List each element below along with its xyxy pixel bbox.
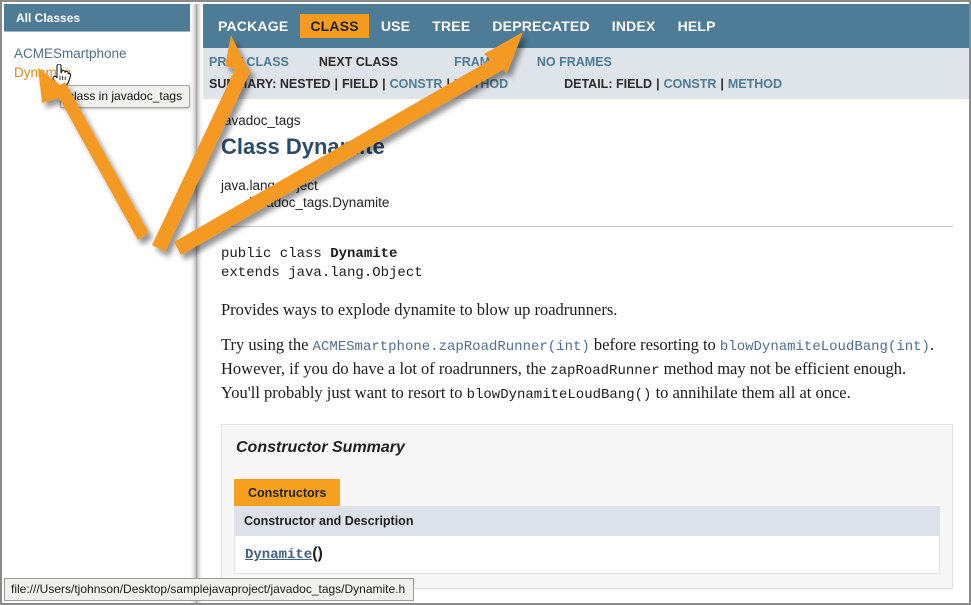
subnav-prev-class[interactable]: PREV CLASS xyxy=(209,55,289,69)
subnav-detail-method[interactable]: METHOD xyxy=(728,77,782,91)
class-description-first: Provides ways to explode dynamite to blo… xyxy=(221,299,941,320)
subnav-detail-label: DETAIL: xyxy=(564,77,612,91)
nav-use[interactable]: USE xyxy=(371,14,420,38)
nav-help[interactable]: HELP xyxy=(668,14,726,38)
pointing-hand-cursor xyxy=(51,64,71,93)
all-classes-list: ACMESmartphone Dynamite xyxy=(4,32,190,82)
subnav-no-frames[interactable]: NO FRAMES xyxy=(537,55,612,69)
all-classes-title: All Classes xyxy=(16,11,80,25)
subnav-summary-constr[interactable]: CONSTR xyxy=(390,77,443,91)
subnav-summary-nested: NESTED xyxy=(280,77,331,91)
nav-tree[interactable]: TREE xyxy=(422,14,480,38)
subnav-next-class[interactable]: NEXT CLASS xyxy=(319,55,398,69)
subnav-detail-constr[interactable]: CONSTR xyxy=(664,77,717,91)
constructor-name: Dynamite xyxy=(245,547,312,563)
top-navigation-bar: PACKAGE CLASS USE TREE DEPRECATED INDEX … xyxy=(203,4,971,48)
nav-class[interactable]: CLASS xyxy=(300,14,368,38)
sub-navigation-bar: PREV CLASS NEXT CLASS FRAMES NO FRAMES S… xyxy=(203,48,971,99)
nav-index[interactable]: INDEX xyxy=(602,14,666,38)
declaration-prefix: public class xyxy=(221,246,330,262)
frame-splitter[interactable] xyxy=(190,4,203,605)
tab-constructors[interactable]: Constructors xyxy=(234,479,340,506)
constructor-tab-strip: Constructors xyxy=(234,479,940,506)
link-zaproadrunner[interactable]: ACMESmartphone.zapRoadRunner(int) xyxy=(313,339,590,355)
subnav-frames[interactable]: FRAMES xyxy=(454,55,507,69)
subnav-detail-field: FIELD xyxy=(616,77,652,91)
constructor-parens: () xyxy=(312,545,323,562)
content-divider xyxy=(221,226,953,227)
sidebar-item-acmesmartphone[interactable]: ACMESmartphone xyxy=(14,44,190,63)
code-zaproadrunner: zapRoadRunner xyxy=(550,363,659,379)
nav-deprecated[interactable]: DEPRECATED xyxy=(482,14,599,38)
constructor-summary-section: Constructor Summary Constructors Constru… xyxy=(221,424,953,589)
desc-text-5: to annihilate them all at once. xyxy=(651,383,850,402)
inheritance-parent: java.lang.Object xyxy=(221,178,953,193)
class-declaration: public class Dynamite extends java.lang.… xyxy=(221,245,953,283)
sidebar-item-dynamite[interactable]: Dynamite xyxy=(14,63,190,82)
class-link-tooltip: class in javadoc_tags xyxy=(60,85,190,108)
subnav-summary-method[interactable]: METHOD xyxy=(454,77,508,91)
page-title: Class Dynamite xyxy=(221,134,953,160)
subnav-row-summary-detail: SUMMARY: NESTED | FIELD | CONSTR | METHO… xyxy=(203,73,971,95)
class-description-second: Try using the ACMESmartphone.zapRoadRunn… xyxy=(221,334,941,406)
inheritance-child: javadoc_tags.Dynamite xyxy=(249,195,953,210)
constructor-link-dynamite[interactable]: Dynamite xyxy=(245,547,312,563)
desc-text-1: Try using the xyxy=(221,335,313,354)
constructor-summary-title: Constructor Summary xyxy=(236,439,940,457)
subnav-summary-label: SUMMARY: xyxy=(209,77,276,91)
status-bar-url: file:///Users/tjohnson/Desktop/samplejav… xyxy=(4,578,414,601)
declaration-extends: extends java.lang.Object xyxy=(221,265,423,281)
all-classes-header: All Classes xyxy=(4,4,190,32)
subnav-summary-field: FIELD xyxy=(342,77,378,91)
desc-text-2: before resorting to xyxy=(590,335,720,354)
package-name: javadoc_tags xyxy=(221,113,953,128)
table-row: Dynamite() xyxy=(234,536,940,574)
link-blowdynamiteloudbang-int[interactable]: blowDynamiteLoudBang(int) xyxy=(720,339,930,355)
declaration-class-name: Dynamite xyxy=(330,246,397,262)
class-document-frame: PACKAGE CLASS USE TREE DEPRECATED INDEX … xyxy=(203,4,971,605)
code-blowdynamiteloudbang: blowDynamiteLoudBang() xyxy=(467,387,652,403)
class-content: javadoc_tags Class Dynamite java.lang.Ob… xyxy=(203,99,971,605)
browser-window: All Classes ACMESmartphone Dynamite PACK… xyxy=(0,0,971,605)
constructor-table-header: Constructor and Description xyxy=(234,506,940,536)
nav-package[interactable]: PACKAGE xyxy=(208,14,298,38)
subnav-row-prev-next: PREV CLASS NEXT CLASS FRAMES NO FRAMES xyxy=(203,51,971,73)
